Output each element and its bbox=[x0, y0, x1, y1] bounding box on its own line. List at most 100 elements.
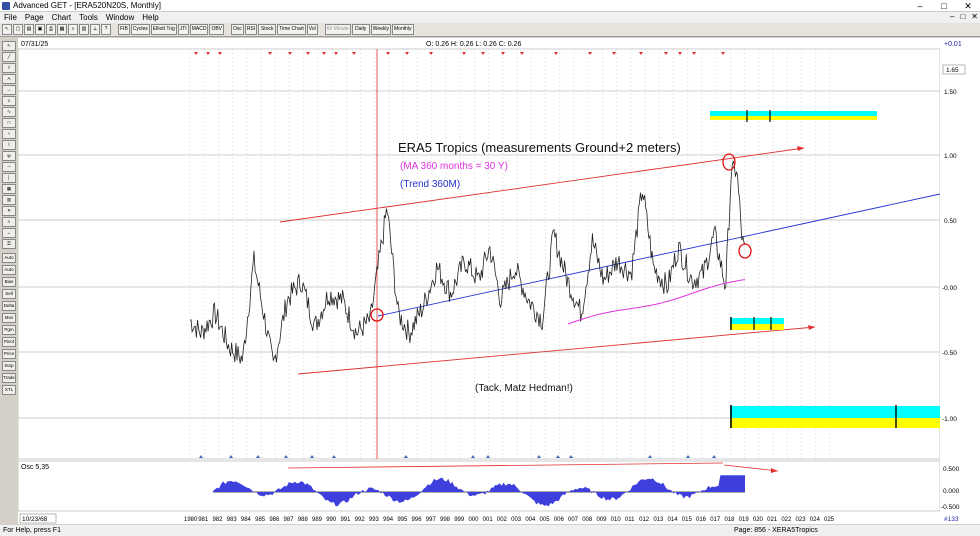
mdi-controls: – □ ✕ bbox=[950, 12, 978, 21]
year-label: 005 bbox=[540, 517, 551, 523]
scroll-tool-icon[interactable]: ↔ bbox=[2, 228, 16, 238]
annotation-ma: (MA 360 months = 30 Y) bbox=[400, 161, 508, 172]
auto-trend-button[interactable]: Auto Trend bbox=[2, 265, 16, 275]
year-label: 002 bbox=[497, 517, 508, 523]
projection-bar-mid[interactable] bbox=[730, 317, 784, 330]
pgm-profit-button[interactable]: Pgm Profit bbox=[2, 325, 16, 335]
price-osc-button[interactable]: Price Osc bbox=[2, 349, 16, 359]
year-label: 006 bbox=[554, 517, 565, 523]
year-label: 004 bbox=[525, 517, 536, 523]
lock-tool-icon[interactable]: ⚿ bbox=[2, 239, 16, 249]
print-icon[interactable]: ⎙ bbox=[46, 24, 56, 35]
year-label: 990 bbox=[326, 517, 337, 523]
line-tool-icon[interactable]: ╱ bbox=[2, 52, 16, 62]
text-tool-icon[interactable]: A bbox=[2, 74, 16, 84]
bias-button[interactable]: Bias bbox=[2, 277, 16, 287]
axis-label-150: 1.50 bbox=[944, 89, 957, 96]
axis-label-m050: -0.50 bbox=[942, 350, 957, 357]
bars-tool-icon[interactable]: ▥ bbox=[2, 195, 16, 205]
tb-elliott-button[interactable]: Elliott Trig bbox=[150, 24, 177, 35]
mdi-restore-button[interactable]: □ bbox=[960, 12, 965, 21]
year-label: 981 bbox=[198, 517, 209, 523]
tb-daily-button[interactable]: Daily bbox=[351, 24, 370, 35]
menu-file[interactable]: File bbox=[0, 12, 21, 23]
header-ohlc: O: 0.26 H: 0.26 L: 0.26 C: 0.26 bbox=[426, 41, 521, 48]
axis-label-m100: -1.00 bbox=[942, 416, 957, 423]
channel-tool-icon[interactable]: ⫽ bbox=[2, 63, 16, 73]
fib-tool-icon[interactable]: ≡ bbox=[2, 96, 16, 106]
menu-bar: File Page Chart Tools Window Help – □ ✕ bbox=[0, 12, 980, 23]
vline-tool-icon[interactable]: │ bbox=[2, 173, 16, 183]
stop-osc-button[interactable]: Stop Osc bbox=[2, 361, 16, 371]
osc-panel[interactable] bbox=[17, 460, 941, 512]
menu-chart[interactable]: Chart bbox=[48, 12, 76, 23]
tb-60min-button[interactable]: 60 Minute bbox=[324, 24, 351, 35]
eraser-tool-icon[interactable]: ✕ bbox=[2, 206, 16, 216]
tb-cycles-button[interactable]: Cycles bbox=[130, 24, 150, 35]
tb-stock-button[interactable]: Stock bbox=[258, 24, 277, 35]
year-label: 024 bbox=[810, 517, 821, 523]
tb-weekly-button[interactable]: Weekly bbox=[370, 24, 392, 35]
grid-tool-icon[interactable]: ▦ bbox=[2, 184, 16, 194]
projection-bar-bottom[interactable] bbox=[730, 405, 940, 428]
tb-rsi-button[interactable]: RSI bbox=[244, 24, 258, 35]
open-icon[interactable]: ▤ bbox=[24, 24, 34, 35]
close-button[interactable]: ✕ bbox=[956, 0, 980, 12]
tb-osc-button[interactable]: Osc bbox=[231, 24, 244, 35]
mdi-minimize-button[interactable]: – bbox=[950, 12, 954, 21]
year-label: 989 bbox=[312, 517, 323, 523]
mdi-close-button[interactable]: ✕ bbox=[971, 12, 978, 21]
year-label: 000 bbox=[468, 517, 479, 523]
year-label: 007 bbox=[568, 517, 579, 523]
ruler-icon[interactable]: ⟂ bbox=[90, 24, 100, 35]
year-label: 023 bbox=[796, 517, 807, 523]
tb-timechart-button[interactable]: Time Chart bbox=[277, 24, 306, 35]
tb-fib-button[interactable]: FIB bbox=[118, 24, 130, 35]
year-label: 019 bbox=[739, 517, 750, 523]
menu-tools[interactable]: Tools bbox=[75, 12, 102, 23]
wave-tool-icon[interactable]: ⌇ bbox=[2, 140, 16, 150]
new-icon[interactable]: ▢ bbox=[13, 24, 23, 35]
delta-button[interactable]: Delta bbox=[2, 301, 16, 311]
start-date-label: 10/23/68 bbox=[22, 516, 48, 523]
annotation-title: ERA5 Tropics (measurements Ground+2 mete… bbox=[398, 140, 681, 155]
osc-axis-000: 0.000 bbox=[943, 488, 960, 495]
year-label: 985 bbox=[255, 517, 266, 523]
sell-build-button[interactable]: Sell Build bbox=[2, 289, 16, 299]
year-label: 997 bbox=[426, 517, 437, 523]
help-icon[interactable]: ? bbox=[101, 24, 111, 35]
tb-macd-button[interactable]: MACD bbox=[189, 24, 209, 35]
chart-icon[interactable]: ▦ bbox=[57, 24, 67, 35]
cycle-tool-icon[interactable]: ∿ bbox=[2, 107, 16, 117]
mov-ave-button[interactable]: Mov Ave bbox=[2, 313, 16, 323]
tb-jti-button[interactable]: JTI bbox=[177, 24, 189, 35]
menu-help[interactable]: Help bbox=[138, 12, 162, 23]
pitchfork-tool-icon[interactable]: ψ bbox=[2, 151, 16, 161]
zoom-tool-icon[interactable]: ⌕ bbox=[2, 217, 16, 227]
zoom-icon[interactable]: ⌕ bbox=[68, 24, 78, 35]
tb-obv-button[interactable]: OBV bbox=[209, 24, 224, 35]
box-tool-icon[interactable]: □ bbox=[2, 118, 16, 128]
minimize-button[interactable]: – bbox=[908, 0, 932, 12]
year-label: 017 bbox=[710, 517, 721, 523]
maximize-button[interactable]: □ bbox=[932, 0, 956, 12]
circle-tool-icon[interactable]: ○ bbox=[2, 129, 16, 139]
last-value-label: 1.65 bbox=[946, 67, 959, 74]
xtl-button[interactable]: XTL bbox=[2, 385, 16, 395]
select-tool-icon[interactable]: ↖ bbox=[2, 41, 16, 51]
hline-tool-icon[interactable]: ─ bbox=[2, 162, 16, 172]
osc-axis-m050: -0.500 bbox=[941, 504, 960, 511]
tb-monthly-button[interactable]: Monthly bbox=[392, 24, 414, 35]
trade-profile-button[interactable]: Trade Profile bbox=[2, 373, 16, 383]
menu-window[interactable]: Window bbox=[102, 12, 138, 23]
toolbar: ↖ ▢ ▤ ▣ ⎙ ▦ ⌕ ▥ ⟂ ? FIB Cycles Elliott T… bbox=[0, 23, 980, 37]
menu-page[interactable]: Page bbox=[21, 12, 48, 23]
tb-vol-button[interactable]: Vol bbox=[306, 24, 318, 35]
pivot-button[interactable]: Pivot bbox=[2, 337, 16, 347]
grid-icon[interactable]: ▥ bbox=[79, 24, 89, 35]
year-label: 992 bbox=[355, 517, 366, 523]
pointer-tool-icon[interactable]: ↖ bbox=[2, 24, 12, 35]
save-icon[interactable]: ▣ bbox=[35, 24, 45, 35]
arrow-tool-icon[interactable]: → bbox=[2, 85, 16, 95]
auto-gann-button[interactable]: Auto Gann bbox=[2, 253, 16, 263]
